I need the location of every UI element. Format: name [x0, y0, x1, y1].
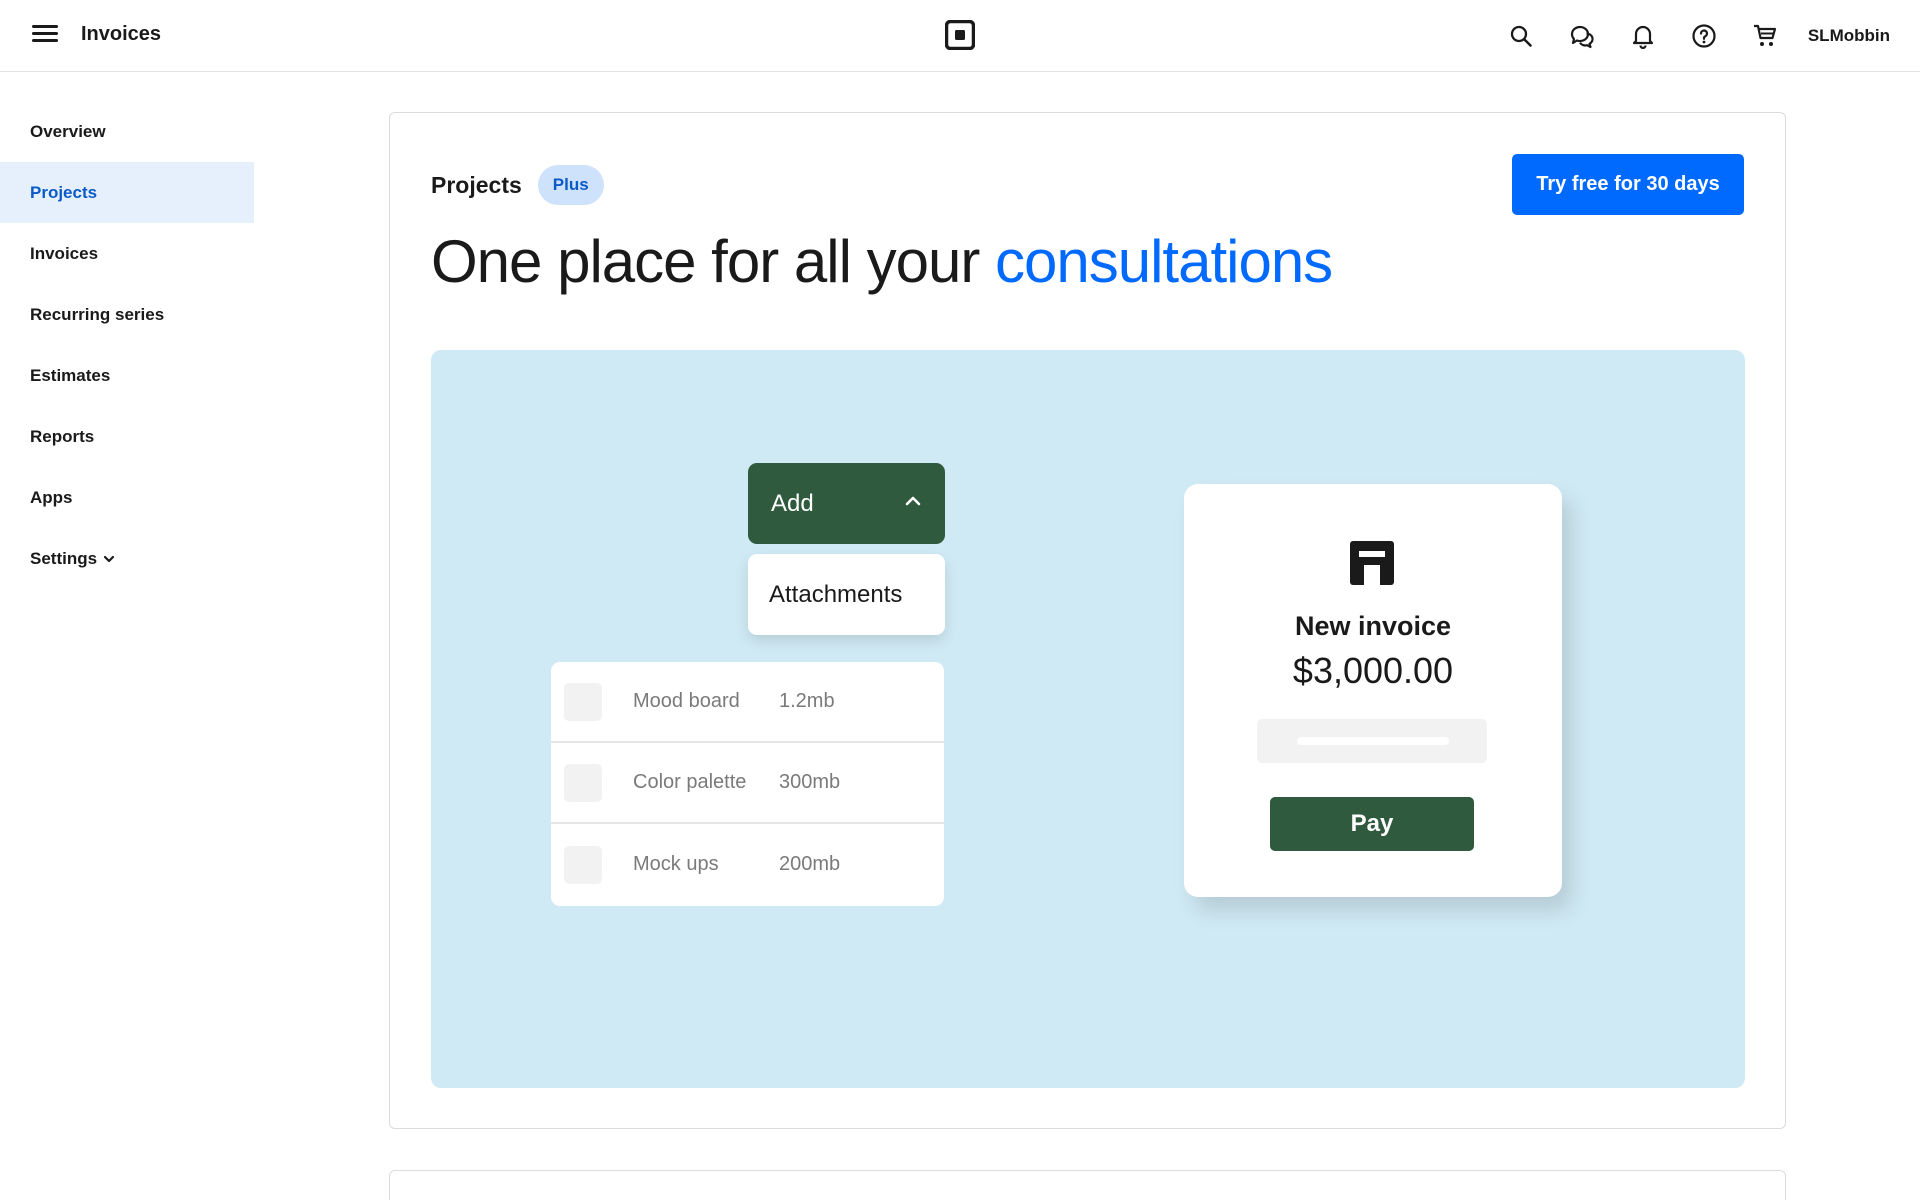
feature-illustration: Add Attachments Mood board 1.2mb Color p… [431, 350, 1745, 1088]
list-item: Mood board 1.2mb [551, 662, 944, 743]
headline-accent: consultations [994, 228, 1333, 295]
user-menu[interactable]: SLMobbin [1808, 26, 1890, 46]
pay-button: Pay [1270, 797, 1474, 851]
file-size: 200mb [779, 853, 841, 875]
next-card [389, 1170, 1786, 1200]
hamburger-menu-icon[interactable] [30, 22, 60, 50]
header-actions: SLMobbin [1473, 0, 1890, 72]
sidebar-item-apps[interactable]: Apps [0, 467, 254, 528]
square-register-icon [1349, 540, 1395, 586]
section-title: Projects [431, 171, 522, 198]
chevron-down-icon [102, 552, 116, 566]
sidebar-item-invoices[interactable]: Invoices [0, 223, 254, 284]
file-size: 300mb [779, 771, 841, 793]
sidebar-item-projects[interactable]: Projects [0, 162, 254, 223]
add-dropdown-button: Add [748, 463, 945, 544]
help-icon[interactable] [1691, 23, 1717, 49]
file-thumbnail [564, 682, 602, 721]
sidebar-item-estimates[interactable]: Estimates [0, 345, 254, 406]
attachments-menu-item: Attachments [748, 554, 945, 635]
field-line [1297, 737, 1449, 745]
sidebar-item-settings[interactable]: Settings [0, 528, 254, 589]
sidebar-item-label: Reports [30, 426, 95, 446]
sidebar-item-overview[interactable]: Overview [0, 101, 254, 162]
top-bar: Invoices SLMobbin [0, 0, 1920, 72]
sidebar-item-label: Projects [30, 182, 98, 202]
messages-icon[interactable] [1569, 23, 1595, 49]
plus-badge: Plus [537, 165, 604, 205]
try-free-button[interactable]: Try free for 30 days [1512, 154, 1744, 215]
page-headline: One place for all your consultations [431, 227, 1333, 296]
search-icon[interactable] [1508, 23, 1534, 49]
invoice-card: New invoice $3,000.00 Pay [1184, 484, 1562, 897]
sidebar-item-label: Settings [30, 548, 98, 568]
headline-text: One place for all your [431, 228, 995, 295]
section-header: Projects Plus [431, 165, 604, 205]
sidebar-item-recurring-series[interactable]: Recurring series [0, 284, 254, 345]
file-name: Color palette [633, 771, 747, 793]
chevron-up-icon [903, 490, 923, 518]
sidebar-item-reports[interactable]: Reports [0, 406, 254, 467]
square-logo[interactable] [944, 19, 976, 51]
payment-field-placeholder [1257, 719, 1487, 763]
list-item: Mock ups 200mb [551, 824, 944, 905]
invoice-amount: $3,000.00 [1292, 650, 1454, 691]
sidebar-nav: Overview Projects Invoices Recurring ser… [0, 72, 254, 589]
projects-promo-card: Projects Plus Try free for 30 days One p… [389, 112, 1786, 1129]
file-name: Mood board [633, 690, 740, 712]
file-thumbnail [564, 845, 602, 884]
invoice-title: New invoice [1294, 611, 1452, 641]
app-title: Invoices [81, 23, 162, 45]
sidebar-item-label: Estimates [30, 365, 111, 385]
file-list: Mood board 1.2mb Color palette 300mb Moc… [551, 662, 944, 906]
file-size: 1.2mb [779, 690, 835, 712]
add-label: Add [771, 489, 814, 517]
cart-icon[interactable] [1752, 23, 1778, 49]
sidebar-item-label: Recurring series [30, 304, 165, 324]
list-item: Color palette 300mb [551, 743, 944, 824]
sidebar-item-label: Apps [30, 487, 73, 507]
sidebar-item-label: Invoices [30, 243, 99, 263]
bell-icon[interactable] [1630, 23, 1656, 49]
sidebar-item-label: Overview [30, 121, 106, 141]
file-thumbnail [564, 763, 602, 802]
file-name: Mock ups [633, 853, 719, 875]
